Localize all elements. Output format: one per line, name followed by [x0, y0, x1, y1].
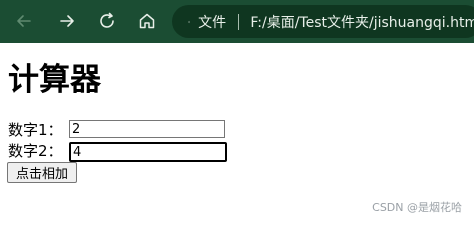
watermark: CSDN @是烟花哈 [372, 201, 462, 214]
home-button[interactable] [132, 6, 162, 36]
info-icon[interactable] [188, 14, 191, 30]
browser-toolbar: 文件 F:/桌面/Test文件夹/jishuangqi.html [0, 0, 474, 43]
refresh-button[interactable] [92, 6, 122, 36]
forward-button[interactable] [52, 6, 82, 36]
url-text[interactable]: F:/桌面/Test文件夹/jishuangqi.html [250, 12, 474, 32]
number2-label: 数字2： [8, 142, 63, 160]
forward-arrow-icon [60, 15, 74, 27]
site-info-label[interactable]: 文件 [198, 12, 226, 32]
address-bar[interactable]: 文件 F:/桌面/Test文件夹/jishuangqi.html [172, 5, 474, 38]
page-title: 计算器 [8, 62, 101, 98]
add-button[interactable]: 点击相加 [7, 162, 78, 183]
number1-label: 数字1： [8, 121, 63, 139]
back-button[interactable] [9, 6, 39, 36]
refresh-icon [100, 12, 114, 28]
number2-input[interactable] [69, 142, 227, 162]
back-arrow-icon [17, 15, 31, 27]
home-icon [139, 13, 155, 29]
number1-input[interactable] [69, 120, 225, 138]
